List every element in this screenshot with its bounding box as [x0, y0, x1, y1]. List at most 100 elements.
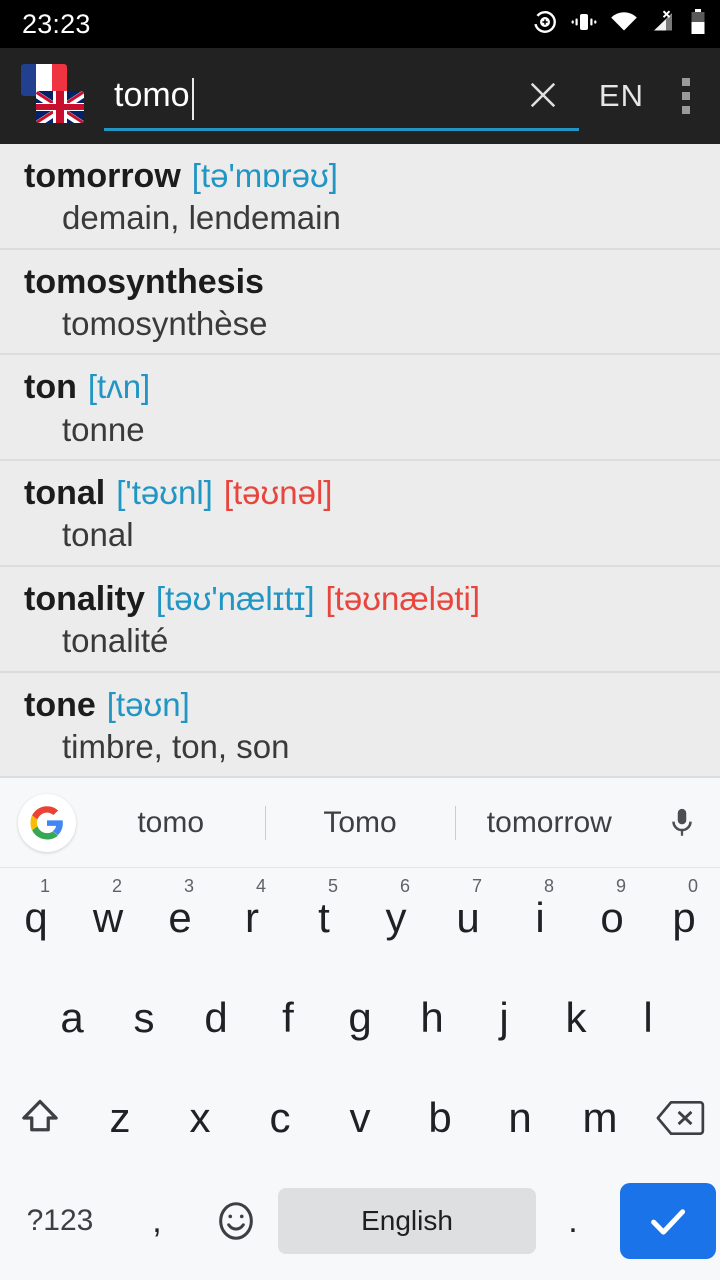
key-e-number: 3: [184, 876, 195, 896]
entry-ipa-uk: ['təʊnl]: [116, 474, 213, 512]
key-o-label: o: [600, 894, 624, 941]
key-n[interactable]: n: [480, 1068, 560, 1168]
entry-term: tonality: [24, 579, 145, 618]
entry-headword-line: tone [təʊn]: [0, 685, 720, 725]
comma-key[interactable]: ,: [120, 1171, 194, 1271]
key-w[interactable]: 2w: [72, 868, 144, 968]
key-v-label: v: [349, 1094, 371, 1141]
suggestion-item[interactable]: tomorrow: [454, 805, 644, 840]
key-m[interactable]: m: [560, 1068, 640, 1168]
key-w-label: w: [92, 894, 124, 941]
shift-key[interactable]: [0, 1068, 80, 1168]
key-g[interactable]: g: [324, 968, 396, 1068]
screen-root: 23:23 tomo EN tomorrow [tə'mɒrəʊ] demain…: [0, 0, 720, 1280]
key-i[interactable]: 8i: [504, 868, 576, 968]
location-icon: [532, 9, 558, 40]
key-f[interactable]: f: [252, 968, 324, 1068]
keyboard-row-2: a s d f g h j k l: [0, 968, 720, 1068]
key-j[interactable]: j: [468, 968, 540, 1068]
status-bar: 23:23: [0, 0, 720, 48]
keyboard: tomo Tomo tomorrow 1q 2w 3e 4r 5t 6y 7u …: [0, 778, 720, 1280]
language-toggle-button[interactable]: EN: [583, 78, 662, 114]
status-clock: 23:23: [22, 8, 91, 39]
key-u[interactable]: 7u: [432, 868, 504, 968]
key-f-label: f: [282, 994, 294, 1041]
entry-term: tomosynthesis: [24, 262, 264, 301]
key-e-label: e: [168, 894, 192, 941]
entry-headword-line: tomosynthesis: [0, 262, 720, 302]
entry-ipa-uk: [tə'mɒrəʊ]: [191, 157, 338, 194]
emoji-key[interactable]: [194, 1171, 278, 1271]
key-b-label: b: [428, 1094, 452, 1141]
keyboard-row-4: ?123 , English .: [0, 1168, 720, 1274]
key-z-label: z: [109, 1094, 131, 1141]
key-d[interactable]: d: [180, 968, 252, 1068]
key-h-label: h: [420, 994, 444, 1041]
key-q[interactable]: 1q: [0, 868, 72, 968]
google-logo-icon[interactable]: [18, 793, 76, 852]
entry-translation: demain, lendemain: [62, 199, 341, 237]
key-p[interactable]: 0p: [648, 868, 720, 968]
entry-ipa-us: [təʊnəl]: [223, 474, 333, 512]
entry-headword-line: ton [tʌn]: [0, 367, 720, 407]
entry-term: ton: [24, 368, 77, 407]
key-s[interactable]: s: [108, 968, 180, 1068]
flag-uk-icon: [36, 91, 84, 123]
search-input[interactable]: tomo: [104, 61, 579, 131]
keyboard-row-1: 1q 2w 3e 4r 5t 6y 7u 8i 9o 0p: [0, 868, 720, 968]
entry-ipa-uk: [tʌn]: [87, 368, 151, 406]
battery-icon: [690, 8, 706, 40]
key-w-number: 2: [112, 876, 123, 896]
key-t[interactable]: 5t: [288, 868, 360, 968]
key-c[interactable]: c: [240, 1068, 320, 1168]
wifi-icon: [610, 11, 638, 38]
results-list[interactable]: tomorrow [tə'mɒrəʊ] demain, lendemain to…: [0, 144, 720, 778]
key-g-label: g: [348, 994, 372, 1041]
key-l[interactable]: l: [612, 968, 684, 1068]
entry-headword-line: tomorrow [tə'mɒrəʊ]: [0, 156, 720, 196]
table-row[interactable]: tomorrow [tə'mɒrəʊ] demain, lendemain: [0, 144, 720, 250]
key-u-number: 7: [472, 876, 483, 896]
key-x[interactable]: x: [160, 1068, 240, 1168]
key-t-label: t: [318, 894, 330, 941]
key-y[interactable]: 6y: [360, 868, 432, 968]
suggestion-item[interactable]: Tomo: [265, 805, 454, 840]
key-o[interactable]: 9o: [576, 868, 648, 968]
entry-headword-line: tonality [təʊ'nælɪtɪ] [təʊnæləti]: [0, 579, 720, 619]
clear-icon[interactable]: [521, 73, 565, 117]
key-q-label: q: [24, 894, 48, 941]
key-r[interactable]: 4r: [216, 868, 288, 968]
key-i-label: i: [535, 894, 545, 941]
table-row[interactable]: tomosynthesis tomosynthèse: [0, 250, 720, 356]
table-row[interactable]: tone [təʊn] timbre, ton, son: [0, 673, 720, 778]
table-row[interactable]: tonality [təʊ'nælɪtɪ] [təʊnæləti] tonali…: [0, 567, 720, 673]
enter-key[interactable]: [620, 1183, 716, 1259]
backspace-key[interactable]: [640, 1068, 720, 1168]
key-e[interactable]: 3e: [144, 868, 216, 968]
search-area: tomo: [88, 48, 583, 144]
key-h[interactable]: h: [396, 968, 468, 1068]
key-k-label: k: [565, 994, 587, 1041]
period-key[interactable]: .: [536, 1171, 610, 1271]
microphone-icon[interactable]: [644, 806, 720, 840]
key-b[interactable]: b: [400, 1068, 480, 1168]
key-m-label: m: [582, 1094, 618, 1141]
space-key[interactable]: English: [278, 1188, 536, 1254]
overflow-menu-icon[interactable]: [662, 60, 710, 132]
key-u-label: u: [456, 894, 480, 941]
status-icon-group: [532, 8, 706, 40]
key-v[interactable]: v: [320, 1068, 400, 1168]
language-pair-flags[interactable]: [16, 60, 88, 132]
suggestion-item[interactable]: tomo: [76, 806, 265, 840]
key-k[interactable]: k: [540, 968, 612, 1068]
entry-translation: tonal: [62, 516, 134, 554]
key-z[interactable]: z: [80, 1068, 160, 1168]
key-c-label: c: [269, 1094, 291, 1141]
symbols-key[interactable]: ?123: [0, 1171, 120, 1271]
table-row[interactable]: tonal ['təʊnl] [təʊnəl] tonal: [0, 461, 720, 567]
table-row[interactable]: ton [tʌn] tonne: [0, 355, 720, 462]
entry-translation: tomosynthèse: [62, 304, 268, 342]
keyboard-row-3: z x c v b n m: [0, 1068, 720, 1168]
key-a[interactable]: a: [36, 968, 108, 1068]
app-bar: tomo EN: [0, 48, 720, 144]
